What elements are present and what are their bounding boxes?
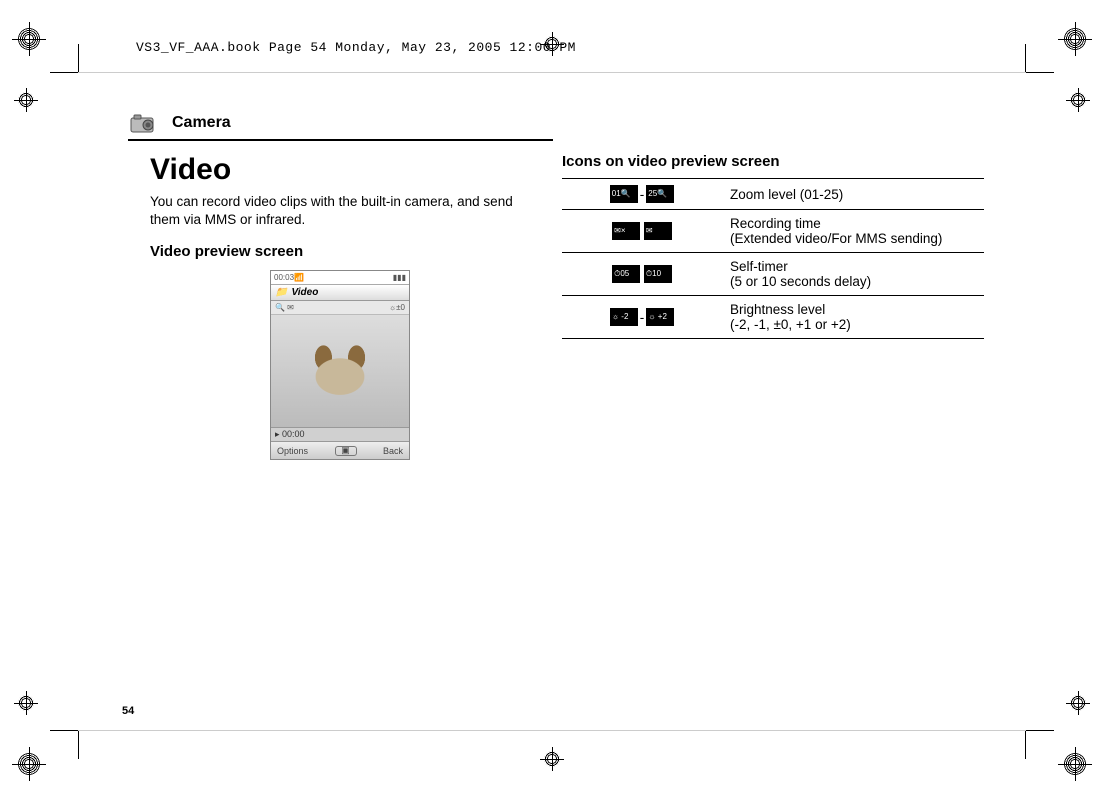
phone-status-bar: 00:03 📶 ▮▮▮ <box>271 271 409 285</box>
icon-cell: ☼ -2-☼ +2 <box>562 296 722 339</box>
preview-image <box>271 315 409 427</box>
softkey-left: Options <box>277 446 308 456</box>
frame-header-stamp: VS3_VF_AAA.book Page 54 Monday, May 23, … <box>136 40 576 55</box>
status-icon: ✉ <box>644 222 672 240</box>
status-icon: 01🔍 <box>610 185 638 203</box>
icon-description: Self-timer (5 or 10 seconds delay) <box>722 253 984 296</box>
registration-mark-icon <box>18 28 40 50</box>
phone-icon-row: 🔍 ✉ ☼±0 <box>271 301 409 315</box>
icons-heading: Icons on video preview screen <box>562 153 984 170</box>
registration-mark-icon <box>1070 695 1086 711</box>
status-icon: 25🔍 <box>646 185 674 203</box>
softkey-right: Back <box>383 446 403 456</box>
separator: - <box>640 187 645 202</box>
camera-icon <box>128 111 162 135</box>
icon-cell: ✉× ✉ <box>562 210 722 253</box>
icon-table-row: ✉× ✉Recording time (Extended video/For M… <box>562 210 984 253</box>
section-header: Camera <box>128 111 553 141</box>
intro-paragraph: You can record video clips with the buil… <box>150 193 530 229</box>
registration-mark-icon <box>18 753 40 775</box>
phone-softkeys: Options ▣ Back <box>271 441 409 459</box>
icons-table: 01🔍-25🔍Zoom level (01-25)✉× ✉Recording t… <box>562 178 984 339</box>
icon-cell: 01🔍-25🔍 <box>562 179 722 210</box>
phone-timer: ▸ 00:00 <box>275 429 305 440</box>
status-icon: ☼ +2 <box>646 308 674 326</box>
left-column: Video You can record video clips with th… <box>120 153 530 460</box>
phone-status-time: 00:03 <box>274 273 294 282</box>
video-preview-screenshot: 00:03 📶 ▮▮▮ 📁 Video 🔍 ✉ ☼±0 ▸ 00: <box>270 270 410 460</box>
status-icon: ⏱10 <box>644 265 672 283</box>
registration-mark-icon <box>544 751 560 767</box>
icon-cell: ⏱05 ⏱10 <box>562 253 722 296</box>
icon-description: Recording time (Extended video/For MMS s… <box>722 210 984 253</box>
icon-description: Zoom level (01-25) <box>722 179 984 210</box>
registration-mark-icon <box>18 92 34 108</box>
icon-description: Brightness level (-2, -1, ±0, +1 or +2) <box>722 296 984 339</box>
phone-timer-bar: ▸ 00:00 <box>271 427 409 441</box>
section-title: Camera <box>172 114 231 132</box>
page-number: 54 <box>122 705 134 717</box>
phone-title: Video <box>291 287 318 298</box>
softkey-center-icon: ▣ <box>335 446 357 456</box>
phone-iconrow-left: 🔍 ✉ <box>275 303 294 312</box>
registration-mark-icon <box>1070 92 1086 108</box>
registration-mark-icon <box>1064 28 1086 50</box>
registration-mark-icon <box>1064 753 1086 775</box>
preview-heading: Video preview screen <box>150 243 530 260</box>
registration-mark-icon <box>18 695 34 711</box>
page-content: Camera Video You can record video clips … <box>120 105 984 713</box>
battery-icon: ▮▮▮ <box>393 273 406 282</box>
icon-table-row: 01🔍-25🔍Zoom level (01-25) <box>562 179 984 210</box>
phone-titlebar: 📁 Video <box>271 285 409 301</box>
page-heading: Video <box>150 153 530 187</box>
folder-icon: 📁 <box>275 287 287 298</box>
separator: - <box>640 310 645 325</box>
right-column: Icons on video preview screen 01🔍-25🔍Zoo… <box>562 153 984 460</box>
icon-table-row: ☼ -2-☼ +2Brightness level (-2, -1, ±0, +… <box>562 296 984 339</box>
phone-iconrow-right: ☼±0 <box>389 303 405 312</box>
phone-viewport <box>271 315 409 427</box>
status-icon: ✉× <box>612 222 640 240</box>
status-icon: ☼ -2 <box>610 308 638 326</box>
status-icon: ⏱05 <box>612 265 640 283</box>
signal-icon: 📶 <box>294 273 304 282</box>
icon-table-row: ⏱05 ⏱10Self-timer (5 or 10 seconds delay… <box>562 253 984 296</box>
